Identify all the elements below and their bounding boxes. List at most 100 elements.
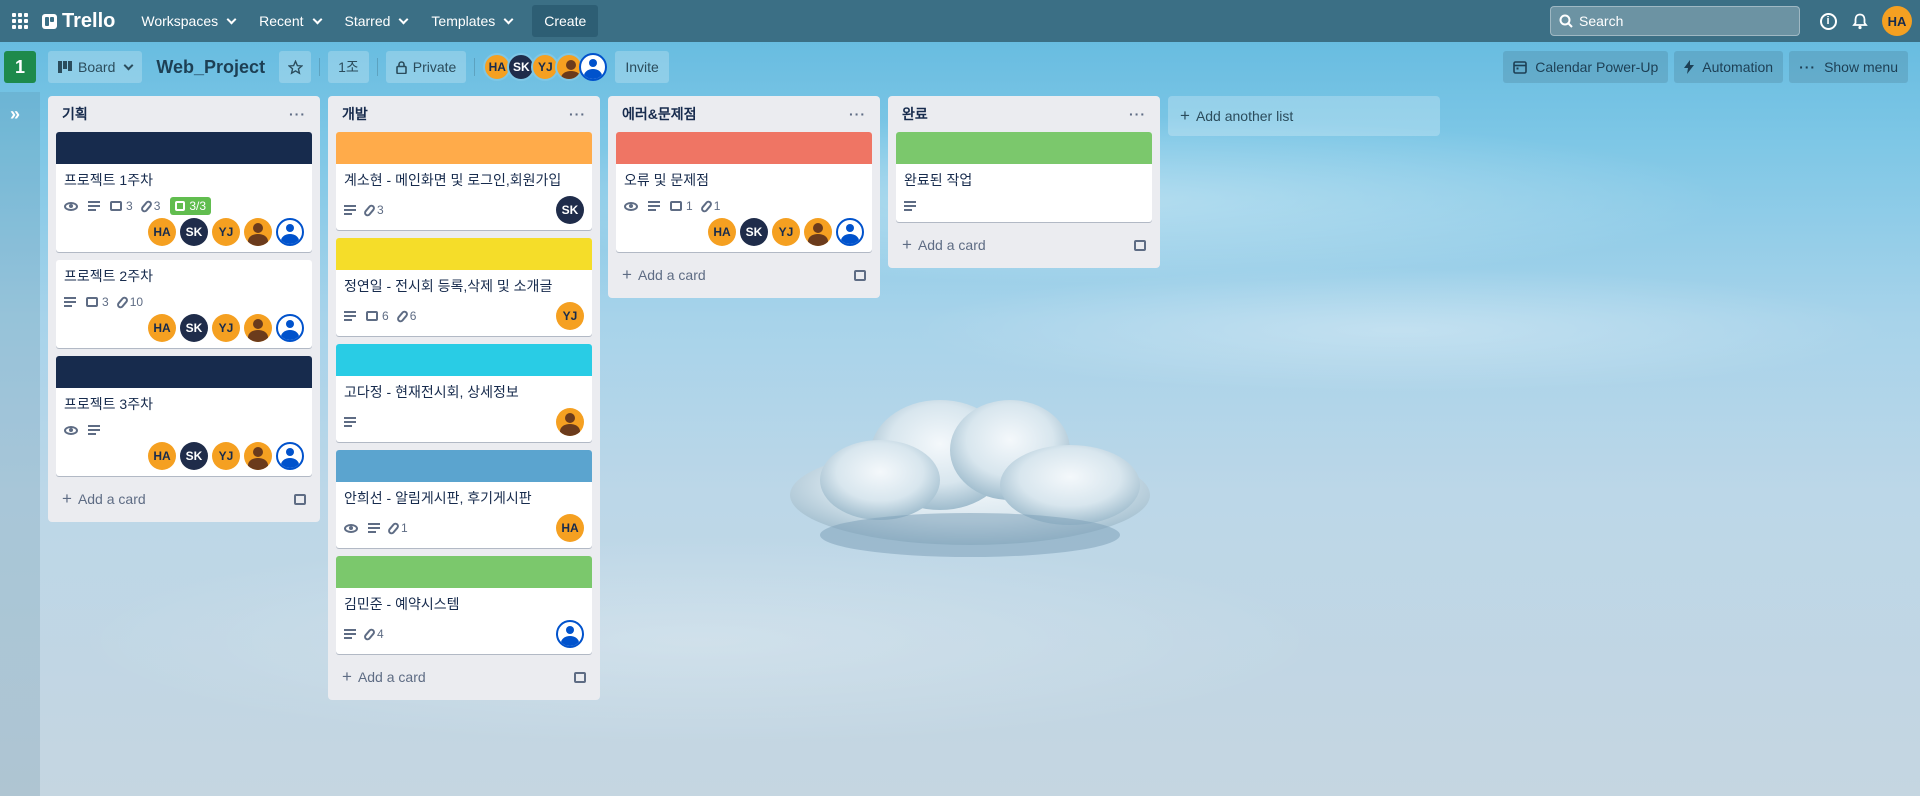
- list-menu-icon[interactable]: ···: [849, 106, 866, 122]
- add-card-button[interactable]: + Add a card: [896, 230, 1152, 260]
- card[interactable]: 안희선 - 알림게시판, 후기게시판 1 HA: [336, 450, 592, 548]
- comments-count: 3: [126, 199, 133, 213]
- card[interactable]: 프로젝트 2주차 3 10 HA SK YJ: [56, 260, 312, 348]
- add-card-button[interactable]: + Add a card: [616, 260, 872, 290]
- member-avatar[interactable]: SK: [180, 442, 208, 470]
- card-cover: [336, 556, 592, 588]
- card-badges-row: [904, 196, 1144, 216]
- add-card-label: Add a card: [917, 237, 986, 253]
- template-icon[interactable]: [574, 671, 586, 683]
- member-avatar[interactable]: YJ: [212, 314, 240, 342]
- card[interactable]: 오류 및 문제점 1 1 HA SK YJ: [616, 132, 872, 252]
- member-avatar[interactable]: SK: [740, 218, 768, 246]
- visibility-button[interactable]: Private: [385, 51, 467, 83]
- member-avatar[interactable]: SK: [180, 314, 208, 342]
- card[interactable]: 프로젝트 1주차 3 3 3/3 HA SK YJ: [56, 132, 312, 252]
- app-switcher-icon[interactable]: [8, 9, 32, 33]
- paperclip-icon: [395, 308, 410, 324]
- add-card-button[interactable]: + Add a card: [336, 662, 592, 692]
- member-avatar[interactable]: HA: [148, 442, 176, 470]
- member-avatar-default[interactable]: [836, 218, 864, 246]
- attachments-count: 3: [377, 203, 384, 217]
- member-avatar-photo[interactable]: [244, 314, 272, 342]
- card-members: HA SK YJ: [624, 218, 864, 246]
- member-avatar[interactable]: YJ: [772, 218, 800, 246]
- card[interactable]: 프로젝트 3주차 HA SK YJ: [56, 356, 312, 476]
- info-icon: i: [1819, 12, 1837, 30]
- member-avatar-photo[interactable]: [244, 442, 272, 470]
- member-avatar-default[interactable]: [556, 620, 584, 648]
- trello-logo[interactable]: Trello: [42, 10, 115, 33]
- card[interactable]: 김민준 - 예약시스템 4: [336, 556, 592, 654]
- star-button[interactable]: [279, 51, 312, 83]
- member-avatar[interactable]: HA: [148, 218, 176, 246]
- card[interactable]: 고다정 - 현재전시회, 상세정보: [336, 344, 592, 442]
- template-icon[interactable]: [854, 269, 866, 281]
- card[interactable]: 완료된 작업: [896, 132, 1152, 222]
- board-title[interactable]: Web_Project: [156, 57, 265, 78]
- watch-icon: [64, 425, 78, 435]
- add-list-button[interactable]: + Add another list: [1168, 96, 1440, 136]
- card-badges-row: 3 10: [64, 292, 304, 312]
- show-menu-button[interactable]: ··· Show menu: [1789, 51, 1908, 83]
- member-avatar[interactable]: YJ: [212, 218, 240, 246]
- card-members: HA SK YJ: [64, 314, 304, 342]
- card[interactable]: 정연일 - 전시회 등록,삭제 및 소개글 6 6 YJ: [336, 238, 592, 336]
- member-avatar[interactable]: HA: [148, 314, 176, 342]
- board-members: HA SK YJ: [483, 53, 608, 81]
- member-avatar[interactable]: HA: [556, 514, 584, 542]
- user-avatar[interactable]: HA: [1882, 6, 1912, 36]
- card-badges-row: 11: [624, 196, 864, 216]
- member-avatar[interactable]: HA: [708, 218, 736, 246]
- create-button[interactable]: Create: [532, 5, 599, 37]
- member-avatar-default[interactable]: [276, 314, 304, 342]
- list-menu-icon[interactable]: ···: [1129, 106, 1146, 122]
- member-avatar[interactable]: YJ: [212, 442, 240, 470]
- add-card-button[interactable]: + Add a card: [56, 484, 312, 514]
- add-card-label: Add a card: [357, 669, 426, 685]
- member-avatar[interactable]: SK: [180, 218, 208, 246]
- card-badges: 3: [344, 202, 384, 218]
- list-title[interactable]: 완료: [902, 104, 928, 124]
- automation-button[interactable]: Automation: [1674, 51, 1784, 83]
- card-title: 오류 및 문제점: [624, 172, 710, 188]
- chevron-down-icon: [503, 14, 514, 24]
- member-avatar[interactable]: YJ: [556, 302, 584, 330]
- expand-sidebar-icon[interactable]: »: [10, 104, 20, 125]
- calendar-powerup-button[interactable]: Calendar Power-Up: [1503, 51, 1669, 83]
- workspace-badge[interactable]: 1: [4, 51, 36, 83]
- list-menu-icon[interactable]: ···: [569, 106, 586, 122]
- member-avatar-default[interactable]: [276, 218, 304, 246]
- nav-templates[interactable]: Templates: [419, 5, 524, 37]
- list-menu-icon[interactable]: ···: [289, 106, 306, 122]
- paperclip-icon: [386, 520, 401, 536]
- team-button[interactable]: 1조: [328, 51, 369, 83]
- member-avatar-default[interactable]: [579, 53, 608, 81]
- member-avatar-photo[interactable]: [244, 218, 272, 246]
- nav-workspaces[interactable]: Workspaces: [129, 5, 247, 37]
- card[interactable]: 계소현 - 메인화면 및 로그인,회원가입 3 SK: [336, 132, 592, 230]
- list-title[interactable]: 개발: [342, 104, 368, 124]
- card-title: 안희선 - 알림게시판, 후기게시판: [344, 490, 532, 506]
- member-avatar-photo[interactable]: [804, 218, 832, 246]
- nav-recent[interactable]: Recent: [247, 5, 332, 37]
- list-title[interactable]: 에러&문제점: [622, 104, 697, 124]
- template-icon[interactable]: [294, 493, 306, 505]
- description-icon: [344, 417, 356, 427]
- search-box[interactable]: [1550, 6, 1800, 36]
- board-view-switcher[interactable]: Board: [48, 51, 143, 83]
- invite-button[interactable]: Invite: [615, 51, 669, 83]
- search-icon: [1559, 14, 1573, 28]
- member-avatar[interactable]: SK: [556, 196, 584, 224]
- info-button[interactable]: i: [1812, 5, 1844, 37]
- attachments-badge: 10: [115, 294, 143, 310]
- list: 개발 ··· 계소현 - 메인화면 및 로그인,회원가입 3 SK 정연일 - 전시회 등…: [328, 96, 600, 700]
- description-icon: [88, 425, 100, 435]
- member-avatar-photo[interactable]: [556, 408, 584, 436]
- notifications-button[interactable]: [1844, 5, 1876, 37]
- search-input[interactable]: [1579, 13, 1779, 29]
- nav-starred[interactable]: Starred: [333, 5, 420, 37]
- template-icon[interactable]: [1134, 239, 1146, 251]
- member-avatar-default[interactable]: [276, 442, 304, 470]
- list-title[interactable]: 기획: [62, 104, 88, 124]
